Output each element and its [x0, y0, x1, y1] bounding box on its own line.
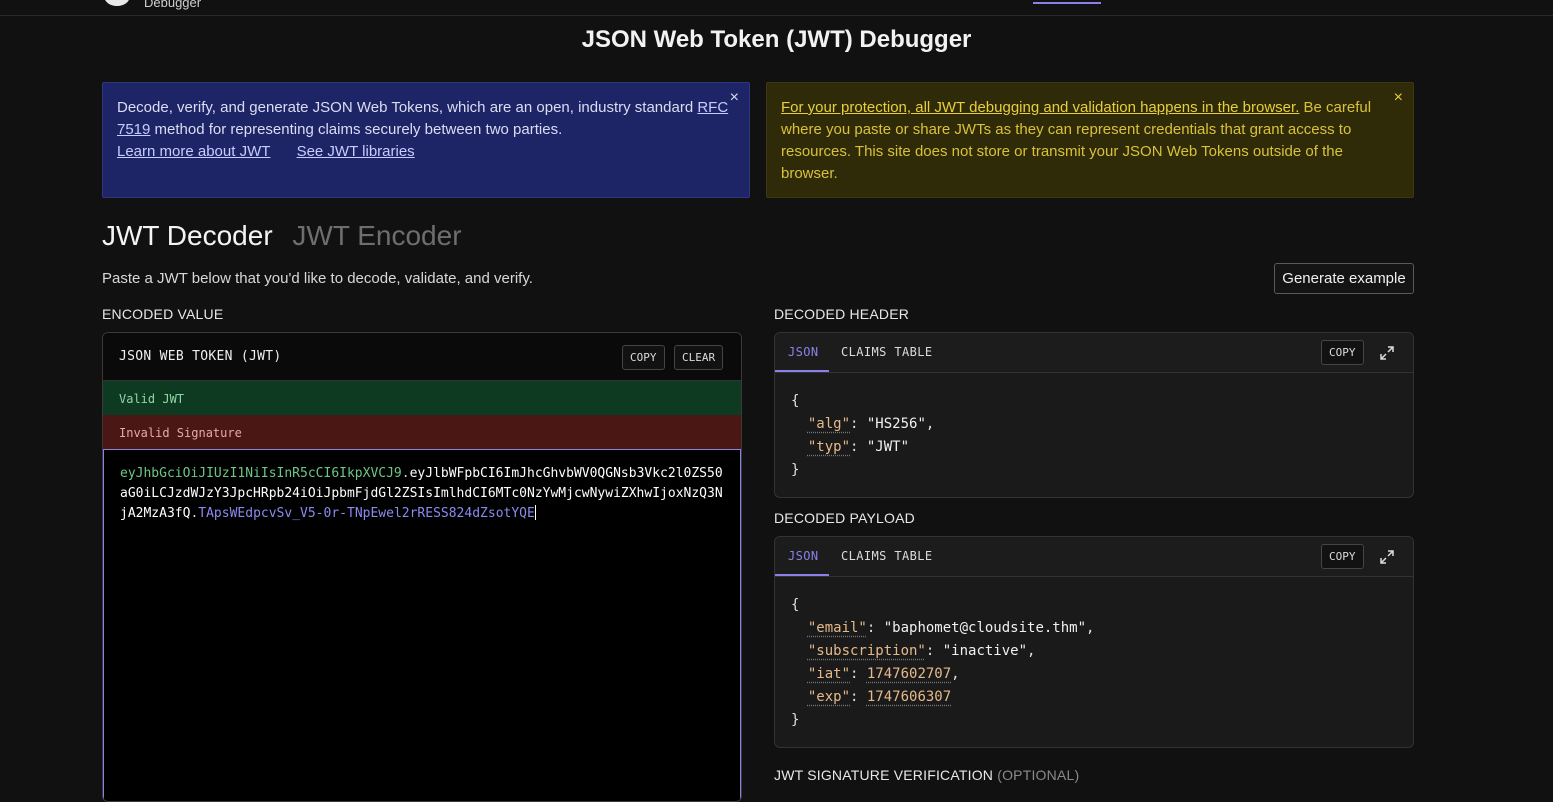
top-navigation-bar: Debugger	[0, 0, 1553, 16]
json-value: 1747602707	[866, 666, 952, 682]
json-close-brace: }	[791, 462, 800, 478]
decoder-hint: Paste a JWT below that you'd like to dec…	[102, 270, 533, 287]
brand-subtitle: Debugger	[144, 0, 202, 10]
decoded-payload-label: DECODED PAYLOAD	[774, 510, 915, 526]
invalid-signature-status: Invalid Signature	[103, 415, 741, 449]
json-value: "HS256"	[866, 416, 926, 432]
json-field-iat: "iat": 1747602707,	[807, 666, 960, 682]
active-tab-indicator	[775, 574, 829, 576]
copy-token-button[interactable]: COPY	[622, 345, 665, 370]
json-key: "typ"	[807, 439, 851, 455]
decoded-header-json: { "alg": "HS256", "typ": "JWT" }	[775, 373, 1413, 497]
tab-jwt-decoder[interactable]: JWT Decoder	[102, 220, 273, 251]
expand-icon[interactable]	[1379, 345, 1395, 361]
json-value: "inactive"	[942, 643, 1028, 659]
json-field-email: "email": "baphomet@cloudsite.thm",	[807, 620, 1095, 636]
json-key: "exp"	[807, 689, 851, 705]
token-separator: .	[401, 466, 410, 481]
json-close-brace: }	[791, 712, 800, 728]
info-banner-links: Learn more about JWT See JWT libraries	[117, 141, 735, 163]
signature-verification-title: JWT SIGNATURE VERIFICATION	[774, 767, 994, 783]
json-comma: ,	[1086, 620, 1095, 636]
optional-tag: (OPTIONAL)	[997, 767, 1080, 783]
json-field-exp: "exp": 1747606307	[807, 689, 952, 705]
json-field-alg: "alg": "HS256",	[807, 416, 935, 432]
decoded-header-label: DECODED HEADER	[774, 306, 910, 322]
tab-header-json[interactable]: JSON	[788, 345, 819, 359]
encoded-value-label: ENCODED VALUE	[102, 306, 224, 322]
learn-more-link[interactable]: Learn more about JWT	[117, 143, 270, 160]
json-key: "subscription"	[807, 643, 926, 659]
info-text-part2: method for representing claims securely …	[150, 121, 563, 138]
decoded-header-panel: JSON CLAIMS TABLE COPY { "alg": "HS256",…	[774, 332, 1414, 498]
json-value: 1747606307	[866, 689, 952, 705]
expand-icon[interactable]	[1379, 549, 1395, 565]
valid-jwt-status: Valid JWT	[103, 381, 741, 415]
encoded-panel-header: JSON WEB TOKEN (JWT) COPY CLEAR	[103, 333, 741, 381]
info-text-part1: Decode, verify, and generate JSON Web To…	[117, 99, 694, 116]
decoded-payload-panel: JSON CLAIMS TABLE COPY { "email": "bapho…	[774, 536, 1414, 748]
copy-header-button[interactable]: COPY	[1321, 340, 1364, 365]
json-open-brace: {	[791, 393, 800, 409]
clear-token-button[interactable]: CLEAR	[674, 345, 724, 370]
text-caret	[534, 505, 536, 520]
tab-header-claims-table[interactable]: CLAIMS TABLE	[841, 345, 933, 359]
jwt-libraries-link[interactable]: See JWT libraries	[297, 143, 415, 160]
json-value: "baphomet@cloudsite.thm"	[883, 620, 1087, 636]
generate-example-button[interactable]: Generate example	[1274, 263, 1414, 294]
active-tab-indicator	[775, 370, 829, 372]
decoded-payload-toolbar: JSON CLAIMS TABLE COPY	[775, 537, 1413, 577]
json-open-brace: {	[791, 597, 800, 613]
close-icon[interactable]: ×	[1394, 87, 1403, 109]
page-title: JSON Web Token (JWT) Debugger	[581, 26, 972, 53]
jwt-token-input[interactable]: eyJhbGciOiJIUzI1NiIsInR5cCI6IkpXVCJ9.eyJ…	[103, 449, 741, 801]
tab-jwt-encoder[interactable]: JWT Encoder	[292, 220, 461, 251]
json-comma: ,	[1027, 643, 1036, 659]
jwt-logo[interactable]	[104, 0, 130, 6]
encoded-panel-title: JSON WEB TOKEN (JWT)	[119, 349, 282, 364]
active-nav-indicator	[1033, 2, 1101, 4]
json-key: "alg"	[807, 416, 851, 432]
json-key: "email"	[807, 620, 867, 636]
json-field-subscription: "subscription": "inactive",	[807, 643, 1036, 659]
decoded-payload-json: { "email": "baphomet@cloudsite.thm", "su…	[775, 577, 1413, 747]
protection-link[interactable]: For your protection, all JWT debugging a…	[781, 99, 1299, 116]
mode-tabs: JWT Decoder JWT Encoder	[102, 220, 462, 252]
info-banner-text: Decode, verify, and generate JSON Web To…	[117, 97, 735, 141]
info-banner: Decode, verify, and generate JSON Web To…	[102, 82, 750, 198]
tab-payload-json[interactable]: JSON	[788, 549, 819, 563]
json-key: "iat"	[807, 666, 851, 682]
token-signature-segment: TApsWEdpcvSv_V5-0r-TNpEwel2rRESS824dZsot…	[198, 506, 535, 521]
warning-banner: For your protection, all JWT debugging a…	[766, 82, 1414, 198]
json-comma: ,	[925, 416, 935, 432]
signature-verification-label: JWT SIGNATURE VERIFICATION (OPTIONAL)	[774, 767, 1079, 783]
token-header-segment: eyJhbGciOiJIUzI1NiIsInR5cCI6IkpXVCJ9	[120, 466, 402, 481]
close-icon[interactable]: ×	[730, 87, 739, 109]
json-comma: ,	[951, 666, 960, 682]
decoded-header-toolbar: JSON CLAIMS TABLE COPY	[775, 333, 1413, 373]
copy-payload-button[interactable]: COPY	[1321, 544, 1364, 569]
json-field-typ: "typ": "JWT"	[807, 439, 910, 455]
encoded-token-panel: JSON WEB TOKEN (JWT) COPY CLEAR Valid JW…	[102, 332, 742, 802]
json-value: "JWT"	[866, 439, 910, 455]
tab-payload-claims-table[interactable]: CLAIMS TABLE	[841, 549, 933, 563]
